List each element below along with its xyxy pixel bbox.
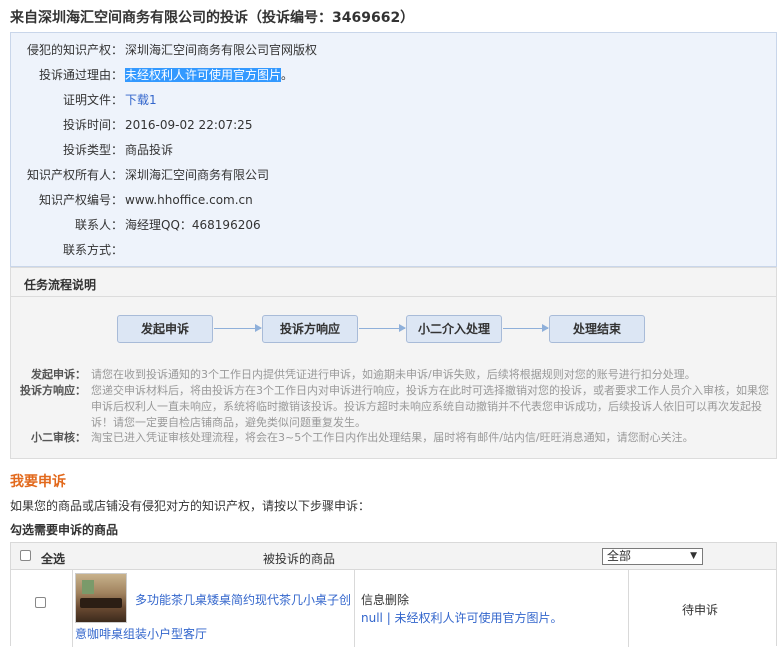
info-row-evidence: 证明文件： 下载1 — [11, 90, 776, 110]
flow-desc-label: 投诉方响应： — [20, 384, 86, 397]
info-value: 海经理QQ：468196206 — [125, 218, 261, 232]
info-value: 2016-09-02 22:07:25 — [125, 118, 253, 132]
appeal-section-title: 我要申诉 — [10, 474, 66, 490]
info-value: www.hhoffice.com.cn — [125, 193, 253, 207]
flow-desc-text: 淘宝已进入凭证审核处理流程，将会在3~5个工作日内作出处理结果，届时将有邮件/站… — [91, 431, 694, 444]
flow-title: 任务流程说明 — [24, 278, 97, 292]
flow-step-appeal: 发起申诉 — [117, 315, 213, 343]
product-thumbnail[interactable] — [75, 573, 127, 623]
row-checkbox-cell — [11, 570, 73, 647]
table-header: 全选 被投诉的商品 全部 ▼ — [11, 543, 776, 570]
flow-step-intervention: 小二介入处理 — [406, 315, 502, 343]
reason-detail: null | 未经权利人许可使用官方图片。 — [361, 611, 563, 625]
info-row-contact-method: 联系方式： — [11, 240, 776, 260]
select-all-label[interactable]: 全选 — [41, 550, 65, 567]
reason-suffix: 。 — [281, 68, 294, 82]
product-title-link-continued[interactable]: 意咖啡桌组装小户型客厅 — [75, 625, 207, 642]
flow-step-response: 投诉方响应 — [262, 315, 358, 343]
info-row-owner: 知识产权所有人： 深圳海汇空间商务有限公司 — [11, 165, 776, 185]
flow-arrow-icon — [214, 324, 262, 332]
product-table: 全选 被投诉的商品 全部 ▼ 多功能茶几桌矮桌简约现代茶几小桌子创 意咖啡桌组装… — [10, 542, 777, 647]
info-value: 商品投诉 — [125, 143, 174, 157]
appeal-intro: 如果您的商品或店铺没有侵犯对方的知识产权，请按以下步骤申诉： — [10, 499, 371, 513]
download-link[interactable]: 下载1 — [125, 90, 157, 110]
chevron-down-icon: ▼ — [690, 551, 697, 561]
info-label: 证明文件： — [62, 93, 123, 107]
flow-step-finish: 处理结束 — [549, 315, 645, 343]
info-value: 深圳海汇空间商务有限公司 — [125, 168, 270, 182]
status-filter-select[interactable]: 全部 ▼ — [602, 548, 703, 565]
info-label: 知识产权编号： — [38, 193, 123, 207]
info-label: 联系方式： — [62, 243, 123, 257]
info-row-time: 投诉时间： 2016-09-02 22:07:25 — [11, 115, 776, 135]
flow-desc-text: 您递交申诉材料后，将由投诉方在3个工作日内对申诉进行响应，投诉方在此时可选择撤销… — [91, 384, 769, 429]
info-value: 未经权利人许可使用官方图片。 — [125, 65, 293, 85]
info-label: 知识产权所有人： — [26, 168, 123, 182]
info-row-ip-number: 知识产权编号： www.hhoffice.com.cn — [11, 190, 776, 210]
info-label: 投诉类型： — [62, 143, 123, 157]
info-row-reason: 投诉通过理由： 未经权利人许可使用官方图片。 — [11, 65, 776, 85]
flow-desc-label: 小二审核： — [31, 431, 86, 444]
flow-arrow-icon — [359, 324, 406, 332]
process-flow-panel: 任务流程说明 发起申诉 投诉方响应 小二介入处理 处理结束 发起申诉： 请您在收… — [10, 267, 777, 459]
flow-arrow-icon — [503, 324, 549, 332]
product-title-link[interactable]: 多功能茶几桌矮桌简约现代茶几小桌子创 — [135, 591, 351, 608]
info-value: 深圳海汇空间商务有限公司官网版权 — [125, 43, 318, 57]
info-label: 联系人： — [74, 218, 123, 232]
status-filter-value: 全部 — [607, 549, 632, 563]
flow-desc-text: 请您在收到投诉通知的3个工作日内提供凭证进行申诉，如逾期未申诉/申诉失败，后续将… — [91, 368, 696, 381]
info-label: 投诉时间： — [62, 118, 123, 132]
column-header-product: 被投诉的商品 — [263, 552, 336, 566]
reason-title: 信息删除 — [361, 593, 410, 607]
info-label: 投诉通过理由： — [38, 68, 123, 82]
divider — [11, 296, 776, 297]
complaint-info-panel: 侵犯的知识产权： 深圳海汇空间商务有限公司官网版权 投诉通过理由： 未经权利人许… — [10, 32, 777, 267]
selected-reason-text[interactable]: 未经权利人许可使用官方图片 — [125, 68, 282, 82]
flow-desc-label: 发起申诉： — [31, 368, 86, 381]
row-checkbox[interactable] — [35, 597, 46, 608]
info-row-type: 投诉类型： 商品投诉 — [11, 140, 776, 160]
info-row-ip: 侵犯的知识产权： 深圳海汇空间商务有限公司官网版权 — [11, 40, 776, 60]
appeal-status: 待申诉 — [682, 603, 719, 617]
info-row-contact: 联系人： 海经理QQ：468196206 — [11, 215, 776, 235]
select-all-checkbox[interactable] — [20, 550, 31, 561]
appeal-subtitle: 勾选需要申诉的商品 — [10, 523, 119, 537]
page-title: 来自深圳海汇空间商务有限公司的投诉（投诉编号：3469662） — [10, 10, 415, 26]
info-label: 侵犯的知识产权： — [26, 43, 123, 57]
